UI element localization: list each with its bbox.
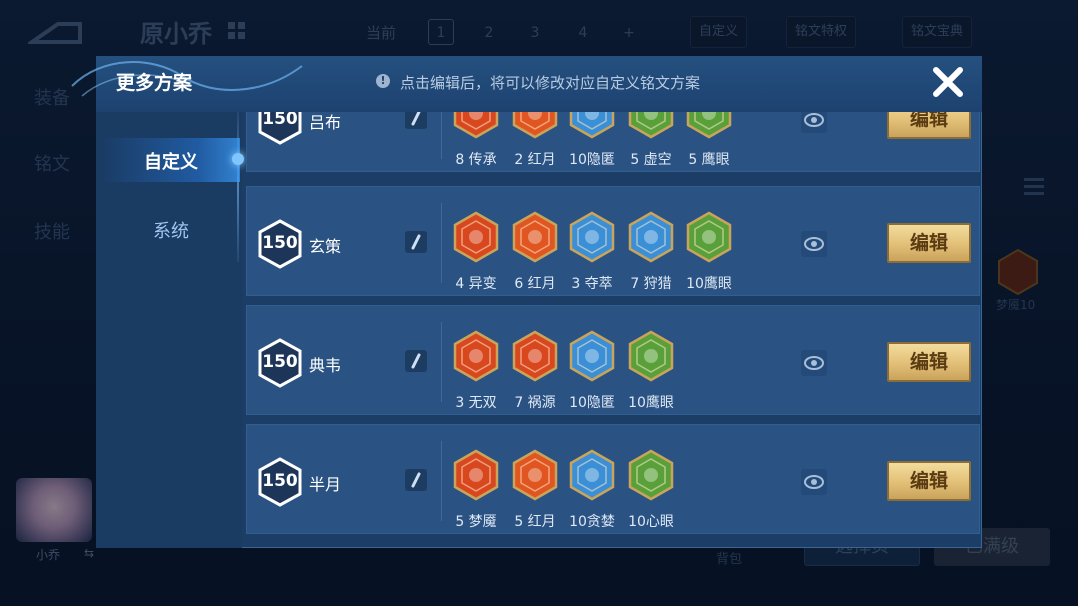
blue-hunt-icon[interactable] xyxy=(627,211,675,263)
plan-name: 典韦 xyxy=(309,356,342,375)
edit-button[interactable]: 编辑 xyxy=(887,461,971,501)
blue-flame-icon[interactable] xyxy=(568,330,616,382)
nav-system[interactable]: 系统 xyxy=(96,217,246,243)
plan-row: 150 玄策 4 异变 6 红月 3 夺萃 7 狩猎 10鹰眼 编辑 xyxy=(246,186,980,296)
gem-label: 5 鹰眼 xyxy=(688,152,730,168)
nav-custom[interactable]: 自定义 xyxy=(96,148,246,174)
green-mind-eye-icon[interactable] xyxy=(627,449,675,501)
level-value: 150 xyxy=(262,233,298,253)
gem-label: 5 红月 xyxy=(514,514,556,530)
green-eagle-icon[interactable] xyxy=(685,211,733,263)
gem-label: 5 梦魇 xyxy=(455,514,497,530)
gem-label: 10贪婪 xyxy=(569,514,615,530)
edit-button[interactable]: 编辑 xyxy=(887,112,971,139)
info-icon: ! xyxy=(376,74,390,88)
gem-label: 10隐匿 xyxy=(569,395,615,411)
rename-pen-icon[interactable] xyxy=(405,469,427,491)
red-peerless-icon[interactable] xyxy=(452,330,500,382)
plan-name: 玄策 xyxy=(309,237,342,256)
gem-label: 7 祸源 xyxy=(514,395,556,411)
plan-row: 150 吕布 8 传承 2 红月 10隐匿 5 虚空 5 鹰眼 编辑 xyxy=(246,112,980,172)
level-value: 150 xyxy=(262,352,298,372)
red-nightmare-icon[interactable] xyxy=(452,449,500,501)
level-value: 150 xyxy=(262,471,298,491)
red-moon-icon[interactable] xyxy=(511,449,559,501)
gem-label: 6 红月 xyxy=(514,276,556,292)
green-eagle-icon[interactable] xyxy=(627,330,675,382)
eye-icon[interactable] xyxy=(801,469,827,495)
red-inherit-icon[interactable] xyxy=(452,112,500,139)
gem-label: 10鹰眼 xyxy=(686,276,732,292)
gem-label: 2 红月 xyxy=(514,152,556,168)
plan-list[interactable]: 150 吕布 8 传承 2 红月 10隐匿 5 虚空 5 鹰眼 编辑 150 玄策 4 异变 6 红月… xyxy=(246,112,980,548)
gem-label: 3 无双 xyxy=(455,395,497,411)
level-value: 150 xyxy=(262,112,298,129)
row-divider xyxy=(441,441,442,521)
eye-icon[interactable] xyxy=(801,231,827,257)
gem-label: 10鹰眼 xyxy=(628,395,674,411)
plan-name: 吕布 xyxy=(309,113,342,132)
modal-tip: 点击编辑后，将可以修改对应自定义铭文方案 xyxy=(400,74,701,92)
gem-label: 10心眼 xyxy=(628,514,674,530)
red-moon-icon[interactable] xyxy=(511,112,559,139)
eye-icon[interactable] xyxy=(801,112,827,133)
rename-pen-icon[interactable] xyxy=(405,231,427,253)
gem-label: 10隐匿 xyxy=(569,152,615,168)
row-divider xyxy=(441,322,442,402)
plan-name: 半月 xyxy=(309,475,342,494)
gem-label: 7 狩猎 xyxy=(630,276,672,292)
rename-pen-icon[interactable] xyxy=(405,112,427,129)
green-void-icon[interactable] xyxy=(627,112,675,139)
red-moon-icon[interactable] xyxy=(511,211,559,263)
gem-label: 4 异变 xyxy=(455,276,497,292)
plan-row: 150 半月 5 梦魇 5 红月 10贪婪 10心眼 编辑 xyxy=(246,424,980,534)
plan-row: 150 典韦 3 无双 7 祸源 10隐匿 10鹰眼 编辑 xyxy=(246,305,980,415)
blue-knot-icon[interactable] xyxy=(568,211,616,263)
green-eagle-icon[interactable] xyxy=(685,112,733,139)
blue-flame-icon[interactable] xyxy=(568,112,616,139)
gem-label: 5 虚空 xyxy=(630,152,672,168)
eye-icon[interactable] xyxy=(801,350,827,376)
nav-active-dot xyxy=(232,153,244,165)
row-divider xyxy=(441,112,442,159)
gem-label: 8 传承 xyxy=(455,152,497,168)
rename-pen-icon[interactable] xyxy=(405,350,427,372)
blue-greed-icon[interactable] xyxy=(568,449,616,501)
edit-button[interactable]: 编辑 xyxy=(887,223,971,263)
red-mutation-icon[interactable] xyxy=(452,211,500,263)
edit-button[interactable]: 编辑 xyxy=(887,342,971,382)
red-calamity-icon[interactable] xyxy=(511,330,559,382)
modal-title: 更多方案 xyxy=(116,72,193,94)
gem-label: 3 夺萃 xyxy=(571,276,613,292)
row-divider xyxy=(441,203,442,283)
close-icon[interactable] xyxy=(928,62,968,102)
